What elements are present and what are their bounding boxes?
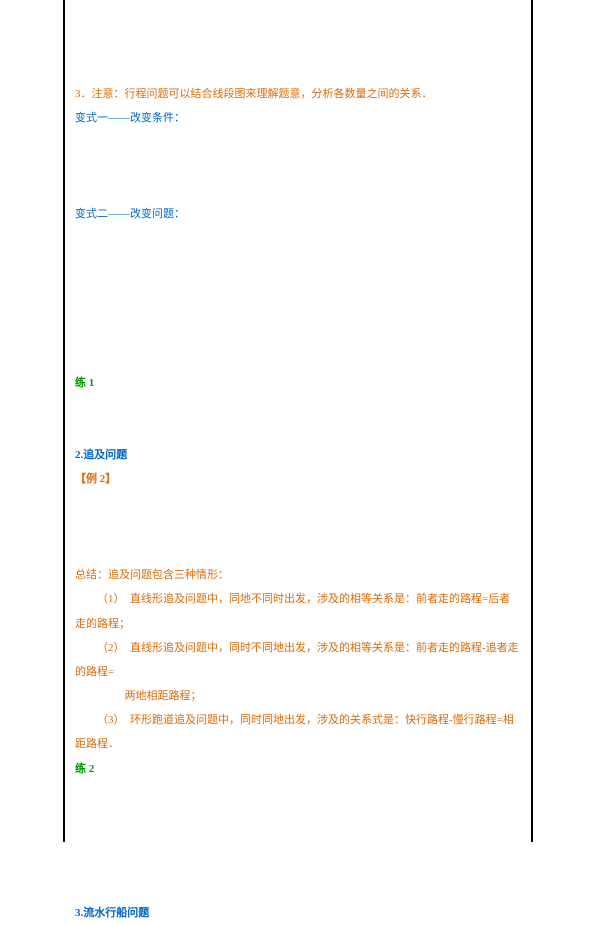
- section-3-title: 3.流水行船问题: [75, 901, 521, 925]
- note-line-3: 3．注意：行程问题可以结合线段图来理解题意，分析各数量之间的关系．: [75, 82, 521, 106]
- variant-2-title: 变式二——改变问题：: [75, 202, 521, 226]
- example-2-label: 【例 2】: [75, 467, 521, 491]
- item2-text: 直线形追及问题中，同时不同地出发，涉及的相等关系是：前者走的路程-追者走的路程=: [75, 642, 519, 678]
- variant-1-title: 变式一——改变条件：: [75, 106, 521, 130]
- document-content: 3．注意：行程问题可以结合线段图来理解题意，分析各数量之间的关系． 变式一——改…: [75, 82, 521, 925]
- item3-text: 环形跑道追及问题中，同时同地出发，涉及的关系式是：快行路程-慢行路程=相距路程．: [75, 714, 514, 750]
- item1-text: 直线形追及问题中，同地不同时出发，涉及的相等关系是：前者走的路程=后者走的路程；: [75, 593, 510, 629]
- summary-item-2b: 两地相距路程；: [75, 684, 521, 708]
- item3-num: （3）: [97, 714, 125, 726]
- item2-num: （2）: [97, 642, 125, 654]
- summary-item-1: （1） 直线形追及问题中，同地不同时出发，涉及的相等关系是：前者走的路程=后者走…: [75, 587, 521, 635]
- summary-heading: 总结：追及问题包含三种情形：: [75, 563, 521, 587]
- summary-item-3: （3） 环形跑道追及问题中，同时同地出发，涉及的关系式是：快行路程-慢行路程=相…: [75, 708, 521, 756]
- summary-item-2: （2） 直线形追及问题中，同时不同地出发，涉及的相等关系是：前者走的路程-追者走…: [75, 636, 521, 684]
- item1-num: （1）: [97, 593, 125, 605]
- section-2-title: 2.追及问题: [75, 443, 521, 467]
- practice-1-label: 练 1: [75, 371, 521, 395]
- practice-2-label: 练 2: [75, 757, 521, 781]
